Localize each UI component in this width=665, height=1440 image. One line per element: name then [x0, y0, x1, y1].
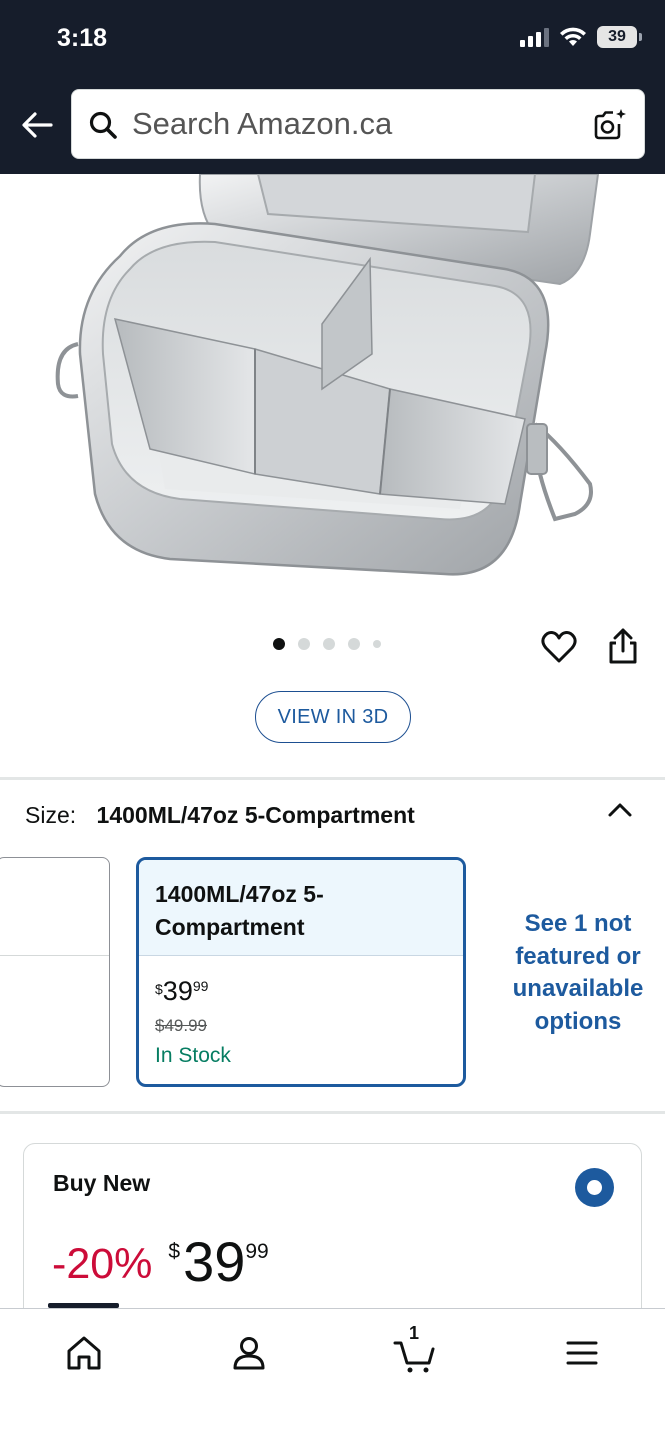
- currency-symbol: $: [155, 981, 163, 997]
- status-time: 3:18: [57, 24, 108, 52]
- nav-active-indicator: [48, 1303, 119, 1308]
- battery-indicator: 39: [597, 26, 642, 48]
- price-whole: 39: [162, 976, 193, 1006]
- price-fraction: 99: [192, 978, 209, 994]
- cart-count-badge: 1: [408, 1323, 419, 1343]
- carousel-dot[interactable]: [298, 638, 310, 650]
- bottom-nav: 1: [0, 1303, 665, 1440]
- price-fraction: 99: [245, 1240, 269, 1263]
- status-icons: 39: [520, 26, 642, 48]
- product-image[interactable]: [0, 174, 665, 614]
- carousel-dot[interactable]: [323, 638, 335, 650]
- discount-percent: -20%: [52, 1240, 153, 1288]
- image-carousel-dots: [273, 638, 381, 650]
- view-in-3d-button[interactable]: VIEW IN 3D: [255, 691, 411, 743]
- menu-icon[interactable]: [560, 1331, 604, 1375]
- buy-new-title: Buy New: [53, 1170, 151, 1196]
- wifi-icon: [560, 27, 586, 46]
- home-icon[interactable]: [62, 1331, 106, 1375]
- camera-search-icon[interactable]: [592, 107, 628, 143]
- size-selected-value: 1400ML/47oz 5-Compartment: [96, 802, 415, 828]
- top-bar: 3:18 39: [0, 0, 665, 174]
- size-option-card-partial[interactable]: [0, 857, 110, 1087]
- size-option-name: 1400ML/47oz 5-Compartment: [139, 860, 463, 956]
- account-icon[interactable]: [227, 1331, 271, 1375]
- chevron-up-icon[interactable]: [606, 798, 634, 822]
- lunch-box-illustration: [55, 174, 600, 576]
- buy-new-price: -20% $ 39 99: [52, 1234, 269, 1290]
- share-icon[interactable]: [605, 627, 641, 665]
- carousel-dot[interactable]: [373, 640, 381, 648]
- search-box[interactable]: [71, 89, 645, 159]
- carousel-dot[interactable]: [348, 638, 360, 650]
- availability-status: In Stock: [155, 1044, 231, 1067]
- price-whole: 39: [183, 1230, 246, 1293]
- search-icon: [89, 111, 117, 139]
- signal-icon: [520, 27, 549, 47]
- section-divider: [0, 777, 665, 780]
- heart-icon[interactable]: [540, 628, 578, 666]
- buy-new-radio[interactable]: [575, 1168, 614, 1207]
- size-label: Size:: [25, 802, 77, 828]
- list-price: $49.99: [155, 1016, 207, 1035]
- card-separator: [0, 955, 109, 956]
- size-selector-header[interactable]: Size: 1400ML/47oz 5-Compartment: [25, 802, 415, 829]
- carousel-dot-active[interactable]: [273, 638, 285, 650]
- see-unavailable-options-link[interactable]: See 1 not featured or unavailable option…: [500, 908, 656, 1038]
- size-option-card-selected[interactable]: 1400ML/47oz 5-Compartment $3999 $49.99 I…: [136, 857, 466, 1087]
- search-input[interactable]: [132, 90, 572, 158]
- back-arrow-icon[interactable]: [18, 106, 56, 144]
- section-divider: [0, 1111, 665, 1114]
- cart-nav-item[interactable]: 1: [393, 1323, 437, 1375]
- currency-symbol: $: [168, 1240, 181, 1263]
- size-option-price: $3999: [155, 976, 208, 1007]
